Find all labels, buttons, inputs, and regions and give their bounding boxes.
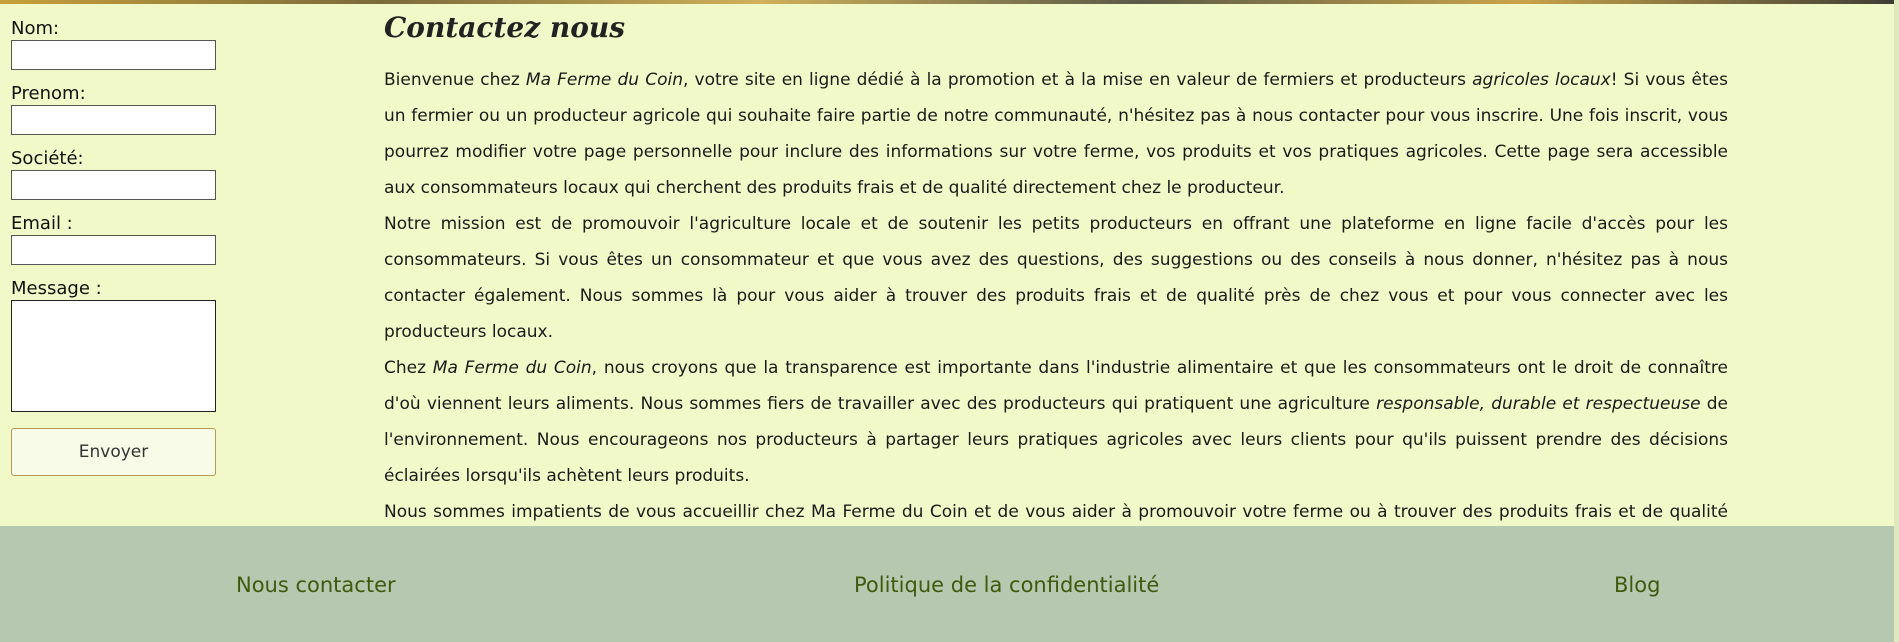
paragraph-text: , votre site en ligne dédié à la promoti… <box>682 70 1473 90</box>
societe-label: Société: <box>11 148 84 169</box>
footer-link-contact[interactable]: Nous contacter <box>236 571 396 599</box>
paragraph-welcome: Bienvenue chez Ma Ferme du Coin, votre s… <box>384 62 1728 206</box>
email-field[interactable] <box>11 235 216 265</box>
submit-button[interactable]: Envoyer <box>11 428 216 476</box>
main-content: Contactez nous Bienvenue chez Ma Ferme d… <box>384 8 1728 566</box>
page-title: Contactez nous <box>384 11 625 44</box>
societe-field[interactable] <box>11 170 216 200</box>
page-content: Nom: Prenom: Société: Email : Message : … <box>0 4 1894 558</box>
scrollbar[interactable] <box>1894 0 1899 642</box>
message-label: Message : <box>11 278 102 299</box>
emphasis-text: agricoles locaux <box>1472 70 1611 90</box>
contact-form: Nom: Prenom: Société: Email : Message : … <box>11 18 217 476</box>
paragraph-text: Bienvenue chez <box>384 70 526 90</box>
footer: Nous contacter Politique de la confident… <box>0 526 1894 642</box>
brand-name: Ma Ferme du Coin <box>525 70 683 90</box>
emphasis-text: responsable, durable et respectueuse <box>1376 394 1701 414</box>
prenom-field[interactable] <box>11 105 216 135</box>
paragraph-transparency: Chez Ma Ferme du Coin, nous croyons que … <box>384 350 1728 494</box>
nom-field[interactable] <box>11 40 216 70</box>
brand-name: Ma Ferme du Coin <box>432 358 592 378</box>
footer-link-blog[interactable]: Blog <box>1614 571 1660 599</box>
paragraph-mission: Notre mission est de promouvoir l'agricu… <box>384 214 1728 342</box>
message-field[interactable] <box>11 300 216 412</box>
nom-label: Nom: <box>11 18 60 39</box>
prenom-label: Prenom: <box>11 83 86 104</box>
paragraph-text: Chez <box>384 358 433 378</box>
email-label: Email : <box>11 213 73 234</box>
footer-link-privacy[interactable]: Politique de la confidentialité <box>854 571 1159 599</box>
